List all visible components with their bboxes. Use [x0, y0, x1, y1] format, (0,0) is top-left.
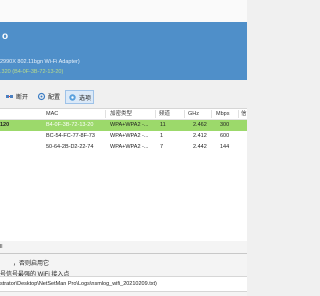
cell-channel: 11 [160, 122, 166, 128]
cell-mac: BC-54-FC-77-8F-73 [46, 133, 95, 139]
column-header-encryption[interactable]: 加密类型 [110, 109, 132, 119]
column-header-ghz[interactable]: GHz [188, 109, 199, 119]
options-label: 选项 [79, 95, 92, 102]
options-icon [68, 93, 77, 102]
column-separator [105, 110, 106, 118]
title-bar-area [0, 0, 247, 22]
cell-encryption: WPA+WPA2 -... [110, 133, 149, 139]
network-info-panel: o 2990X 802.11bgn Wi-Fi Adapter) .320 (B… [0, 22, 247, 80]
column-header-channel[interactable]: 频道 [159, 109, 170, 119]
cell-encryption: WPA+WPA2 -... [110, 144, 149, 150]
cell-ghz: 2.412 [193, 133, 207, 139]
cell-ghz: 2.462 [193, 122, 207, 128]
column-separator [155, 110, 156, 118]
log-path-text: strator\Desktop\NetSetMan Pro\Logs\nsmlo… [0, 281, 157, 287]
options-button[interactable]: 选项 [65, 90, 95, 104]
column-header-signal[interactable]: 信 [241, 109, 247, 119]
disconnect-icon [5, 92, 14, 101]
table-row[interactable]: BC-54-FC-77-8F-73 WPA+WPA2 -... 1 2.412 … [0, 131, 247, 142]
cell-ssid: 120 [0, 122, 10, 128]
cell-mbps: 144 [220, 144, 230, 150]
cell-mac: B4-0F-3B-72-13-20 [46, 122, 94, 128]
cell-mbps: 300 [220, 122, 230, 128]
config-label: 配置 [48, 94, 61, 101]
status-text: ll [0, 244, 3, 250]
column-separator [211, 110, 212, 118]
disconnect-label: 断开 [16, 94, 29, 101]
cell-encryption: WPA+WPA2 -... [110, 122, 149, 128]
cell-ghz: 2.442 [193, 144, 207, 150]
column-header-mbps[interactable]: Mbps [216, 109, 229, 119]
adapter-name: 2990X 802.11bgn Wi-Fi Adapter) [0, 59, 80, 65]
column-separator [238, 110, 239, 118]
status-area: ll ，否则启用它 号信号最强的 WiFi 接入点 strator\Deskto… [0, 241, 247, 296]
toolbar: 断开 配置 选项 [0, 88, 247, 104]
cell-mac: 50-64-2B-D2-22-74 [46, 144, 94, 150]
config-button[interactable]: 配置 [37, 90, 60, 102]
column-header-mac[interactable]: MAC [46, 109, 58, 119]
config-icon [37, 92, 46, 101]
column-separator [184, 110, 185, 118]
table-row[interactable]: 50-64-2B-D2-22-74 WPA+WPA2 -... 7 2.442 … [0, 142, 247, 153]
wifi-network-table: MAC 加密类型 频道 GHz Mbps 信 120 B4-0F-3B-72-1… [0, 108, 247, 242]
cell-channel: 1 [160, 133, 164, 139]
connection-mac-info: .320 (B4-0F-3B-72-13-20) [0, 69, 64, 75]
panel-title: o [2, 31, 9, 42]
cell-channel: 7 [160, 144, 164, 150]
disconnect-button[interactable]: 断开 [5, 90, 28, 102]
cell-mbps: 600 [220, 133, 230, 139]
table-row[interactable]: 120 B4-0F-3B-72-13-20 WPA+WPA2 -... 11 2… [0, 120, 247, 131]
divider [0, 253, 247, 254]
enable-option-text: ，否则启用它 [13, 261, 50, 267]
